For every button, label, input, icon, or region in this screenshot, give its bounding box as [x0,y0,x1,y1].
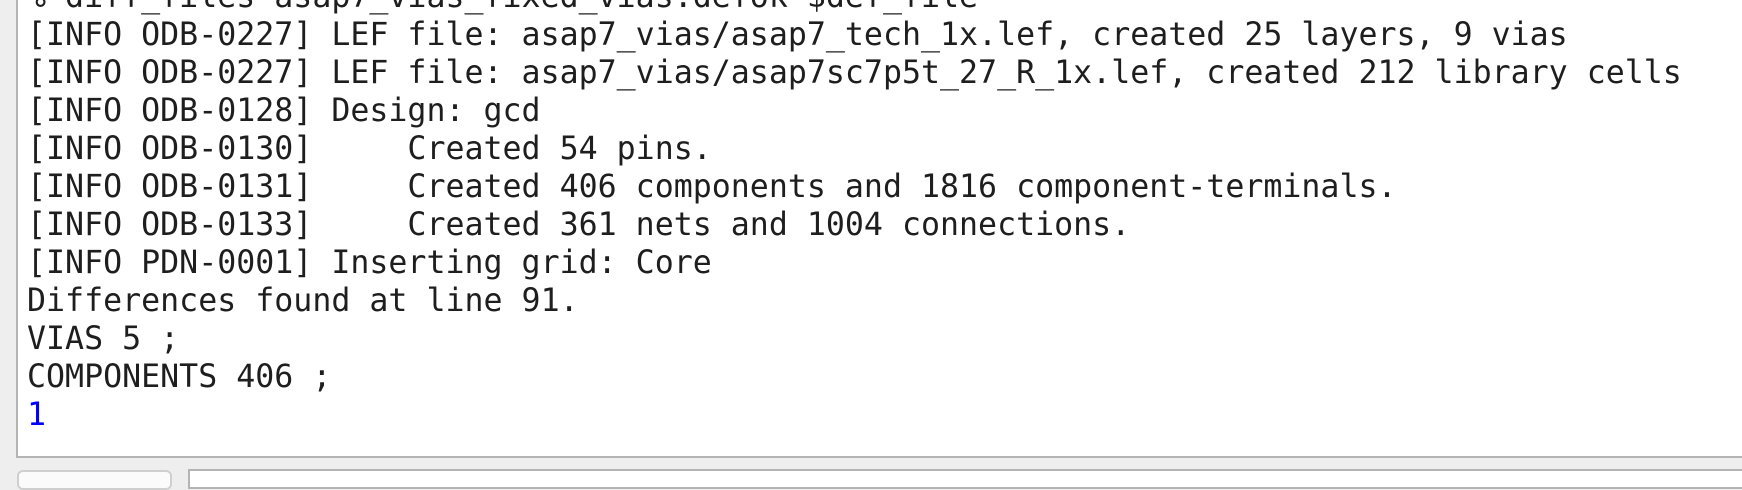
console-line: [INFO ODB-0130] Created 54 pins. [27,131,712,167]
console-line: [INFO ODB-0133] Created 361 nets and 100… [27,207,1131,243]
console-line: [INFO ODB-0131] Created 406 components a… [27,169,1397,205]
console-line: Differences found at line 91. [27,283,579,319]
console-line: COMPONENTS 406 ; [27,359,332,395]
console-line: [INFO ODB-0227] LEF file: asap7_vias/asa… [27,55,1682,91]
command-mode-button[interactable] [17,470,172,490]
console-line-command: % diff_files asap7_vias_fixed_vias.defok… [27,0,1682,16]
console-line: [INFO ODB-0128] Design: gcd [27,93,541,129]
console-lines: % diff_files asap7_vias_fixed_vias.defok… [27,0,1682,434]
console-line: [INFO ODB-0227] LEF file: asap7_vias/asa… [27,17,1568,53]
console-line: [INFO PDN-0001] Inserting grid: Core [27,245,712,281]
console-output[interactable]: % diff_files asap7_vias_fixed_vias.defok… [16,0,1742,458]
console-result: 1 [27,397,47,433]
command-input[interactable] [188,469,1742,489]
console-line: VIAS 5 ; [27,321,180,357]
